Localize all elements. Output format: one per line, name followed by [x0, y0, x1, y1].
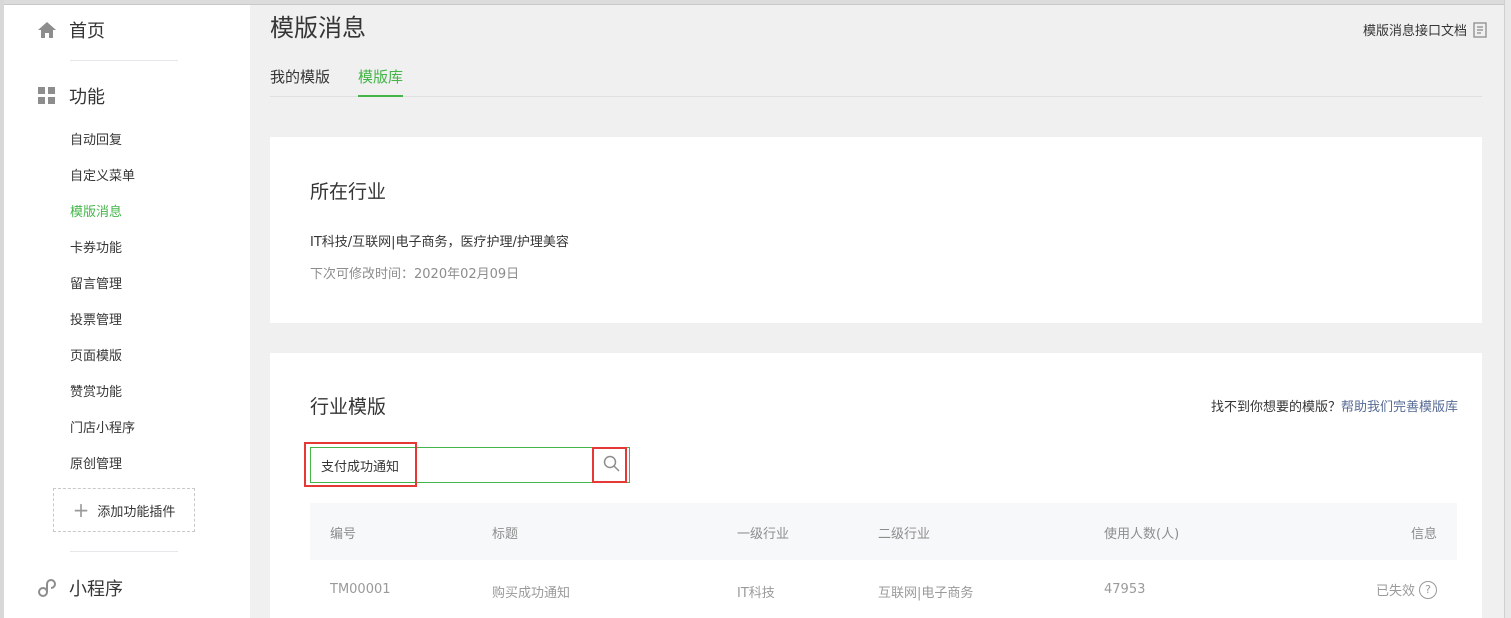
add-plugin-button[interactable]: + 添加功能插件	[53, 488, 195, 532]
nav-miniprogram[interactable]: 小程序	[37, 575, 123, 601]
tab-template-library[interactable]: 模版库	[358, 66, 404, 97]
tab-bar: 我的模版 模版库	[270, 62, 1482, 97]
sidebar-item-original[interactable]: 原创管理	[70, 453, 122, 472]
template-card-title: 行业模版	[310, 396, 387, 418]
sidebar-item-auto-reply[interactable]: 自动回复	[70, 129, 122, 148]
add-plugin-label: 添加功能插件	[97, 504, 176, 520]
status-text: 已失效	[1375, 584, 1415, 599]
nav-features[interactable]: 功能	[37, 83, 105, 109]
sidebar-item-cards[interactable]: 卡券功能	[70, 237, 122, 256]
industry-card-title: 所在行业	[310, 181, 387, 203]
nav-home-label: 首页	[69, 21, 105, 42]
help-link[interactable]: 帮助我们完善模版库	[1341, 400, 1458, 415]
plus-icon: +	[72, 498, 90, 522]
column-header: 一级行业	[737, 527, 790, 542]
nav-features-label: 功能	[69, 87, 105, 108]
api-doc-label: 模版消息接口文档	[1362, 24, 1467, 39]
sidebar-item-comments[interactable]: 留言管理	[70, 273, 122, 292]
modify-time: 下次可修改时间：2020年02月09日	[310, 267, 520, 282]
cell-id: TM00001	[330, 582, 391, 597]
api-doc-link[interactable]: 模版消息接口文档	[1363, 20, 1487, 39]
column-header: 二级行业	[878, 527, 931, 542]
table-header: 编号 标题 一级行业 二级行业 使用人数(人) 信息	[310, 503, 1457, 560]
template-card: 行业模版 找不到你想要的模版？帮助我们完善模版库 编号 标题 一级行业 二级行业…	[270, 353, 1482, 618]
column-header: 信息	[1410, 527, 1437, 542]
search-button[interactable]	[593, 448, 629, 482]
help-prefix: 找不到你想要的模版？	[1210, 400, 1341, 415]
sidebar-item-rewards[interactable]: 赞赏功能	[70, 381, 122, 400]
link-icon	[37, 578, 57, 598]
column-header: 使用人数(人)	[1104, 527, 1180, 542]
cell-industry2: 互联网|电子商务	[878, 586, 974, 601]
tab-my-templates[interactable]: 我的模版	[270, 66, 330, 95]
page-title: 模版消息	[270, 14, 366, 42]
sidebar-item-custom-menu[interactable]: 自定义菜单	[70, 165, 135, 184]
nav-home[interactable]: 首页	[37, 17, 105, 43]
table-row[interactable]: TM00001 购买成功通知 IT科技 互联网|电子商务 47953 已失效 ?	[310, 560, 1457, 618]
column-header: 标题	[492, 527, 519, 542]
document-icon	[1473, 21, 1487, 38]
vertical-scrollbar[interactable]	[1504, 0, 1511, 618]
cell-status: 已失效 ?	[1376, 580, 1437, 599]
industry-card: 所在行业 IT科技/互联网|电子商务，医疗护理/护理美容 下次可修改时间：202…	[270, 137, 1482, 323]
sidebar-item-template-message[interactable]: 模版消息	[70, 201, 122, 220]
cell-title: 购买成功通知	[492, 586, 571, 601]
cell-industry1: IT科技	[737, 586, 775, 601]
home-icon	[37, 20, 57, 40]
cell-users: 47953	[1104, 582, 1146, 597]
sidebar-item-store-miniprogram[interactable]: 门店小程序	[70, 417, 135, 436]
grid-icon	[37, 86, 57, 106]
divider	[70, 60, 178, 61]
sidebar-item-page-templates[interactable]: 页面模版	[70, 345, 122, 364]
search-input[interactable]	[311, 448, 593, 482]
help-text: 找不到你想要的模版？帮助我们完善模版库	[1211, 396, 1458, 415]
search-icon	[603, 455, 620, 476]
industry-value: IT科技/互联网|电子商务，医疗护理/护理美容	[310, 235, 569, 250]
column-header: 编号	[330, 527, 357, 542]
divider	[70, 551, 178, 552]
sidebar: 首页 功能 自动回复 自定义菜单 模版消息 卡券功能 留言管理 投票管理 页面模…	[4, 5, 250, 618]
nav-miniprogram-label: 小程序	[69, 579, 123, 600]
search-box	[310, 447, 630, 483]
sidebar-item-votes[interactable]: 投票管理	[70, 309, 122, 328]
question-icon[interactable]: ?	[1419, 580, 1437, 599]
